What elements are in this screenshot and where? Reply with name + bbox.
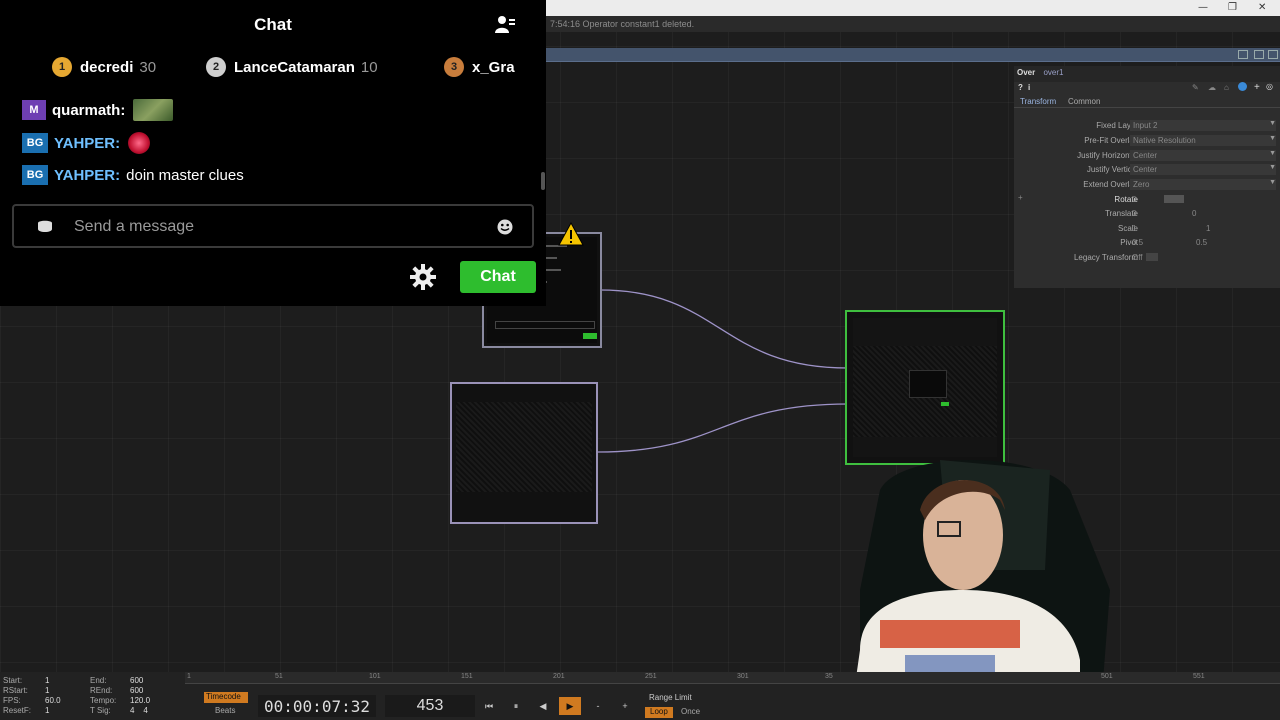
once-toggle[interactable]: Once [681, 707, 700, 716]
chat-send-button[interactable]: Chat [460, 261, 536, 293]
timeline-bar: 1 51 101 151 201 251 301 35 501 551 Star… [0, 672, 1280, 720]
emote-image [133, 99, 174, 121]
param-toolbar: ? i ✎ ☁ ⌂ + ◎ [1014, 82, 1280, 96]
chat-message: BG YAHPER: [22, 132, 151, 154]
timeline-ruler[interactable]: 1 51 101 151 201 251 301 35 501 551 [185, 672, 1280, 684]
param-header: Over over1 [1014, 66, 1280, 82]
chevron-down-icon: ▼ [1269, 164, 1276, 171]
rank-badge: 3 [444, 57, 464, 77]
tsig-field[interactable]: 4 4 [130, 706, 148, 715]
chat-message: M quarmath: [22, 99, 174, 121]
op-name-field[interactable]: over1 [1043, 68, 1063, 77]
tab-common[interactable]: Common [1068, 97, 1100, 106]
chat-settings-button[interactable] [408, 262, 438, 292]
shield-icon[interactable] [36, 219, 54, 235]
chat-username[interactable]: YAHPER: [54, 167, 120, 184]
resetf-field[interactable]: 1 [45, 706, 49, 715]
legacy-toggle[interactable] [1146, 253, 1158, 261]
chat-title: Chat [254, 15, 292, 34]
leaderboard: 1 decredi 30 2 LanceCatamaran 10 3 x_Gra [0, 54, 546, 80]
chat-message-input[interactable] [74, 216, 474, 238]
node-over1[interactable] [845, 310, 1005, 465]
rend-field[interactable]: 600 [130, 686, 143, 695]
chat-username[interactable]: YAHPER: [54, 135, 120, 152]
rewind-button[interactable]: ⏮ [478, 697, 500, 715]
rank-badge: 1 [52, 57, 72, 77]
chat-scrollbar[interactable] [541, 172, 545, 190]
chat-message: BG YAHPER: doin master clues [22, 165, 244, 185]
help-icon[interactable]: ? [1018, 83, 1023, 92]
rstart-field[interactable]: 1 [45, 686, 49, 695]
param-legacy-transform[interactable]: Legacy Transform Off [1014, 251, 1280, 265]
param-scale[interactable]: Scale 1 1 [1014, 222, 1280, 236]
node-input-2[interactable] [450, 382, 598, 524]
parameter-panel: Over over1 ? i ✎ ☁ ⌂ + ◎ Transform Commo… [1014, 66, 1280, 288]
leaderboard-entry[interactable]: 3 x_Gra [444, 57, 515, 77]
param-fixed-layer[interactable]: Fixed Layer Input 2 ▼ [1014, 119, 1280, 133]
pause-button[interactable]: ⏸ [505, 697, 527, 715]
chat-message-text: doin master clues [126, 166, 244, 184]
beats-toggle[interactable]: Beats [215, 706, 235, 715]
rotate-slider[interactable] [1164, 195, 1184, 203]
step-plus-button[interactable]: + [614, 697, 636, 715]
tab-transform[interactable]: Transform [1020, 97, 1056, 106]
leaderboard-entry[interactable]: 1 decredi 30 [52, 57, 156, 77]
users-icon[interactable] [494, 14, 516, 34]
gear-icon [410, 264, 436, 290]
timecode-display[interactable]: 00:00:07:32 [258, 695, 376, 717]
emote-image [128, 132, 151, 154]
param-justify-horizontal[interactable]: Justify Horizontal Center ▼ [1014, 149, 1280, 163]
param-pivot[interactable]: Pivot 0.5 0.5 [1014, 236, 1280, 250]
chat-input-box[interactable] [12, 204, 534, 248]
param-rotate[interactable]: + Rotate 0 [1014, 193, 1280, 207]
chat-username[interactable]: quarmath: [52, 102, 125, 119]
tempo-field[interactable]: 120.0 [130, 696, 150, 705]
param-extend-overlay[interactable]: Extend Overlay Zero ▼ [1014, 178, 1280, 192]
edit-icon[interactable]: ✎ [1192, 83, 1199, 92]
param-justify-vertical[interactable]: Justify Vertical Center ▼ [1014, 163, 1280, 177]
param-prefit-overlay[interactable]: Pre-Fit Overlay Native Resolution ▼ [1014, 134, 1280, 148]
info-icon[interactable]: i [1028, 83, 1030, 92]
subscriber-badge: M [22, 100, 46, 120]
range-limit-label: Range Limit [649, 693, 692, 702]
frame-display[interactable]: 453 [385, 695, 475, 717]
network-editor[interactable]: — ❐ ✕ 7:54:16 Operator constant1 deleted… [0, 0, 1280, 720]
play-button[interactable]: ▶ [559, 697, 581, 715]
step-minus-button[interactable]: - [587, 697, 609, 715]
chevron-down-icon: ▼ [1269, 179, 1276, 186]
end-field[interactable]: 600 [130, 676, 143, 685]
python-icon[interactable]: ⌂ [1224, 83, 1229, 92]
rank-badge: 2 [206, 57, 226, 77]
loop-toggle[interactable]: Loop [645, 707, 673, 718]
param-translate[interactable]: Translate 0 0 [1014, 207, 1280, 221]
warning-icon[interactable] [558, 222, 584, 246]
leaderboard-entry[interactable]: 2 LanceCatamaran 10 [206, 57, 378, 77]
chevron-down-icon: ▼ [1269, 120, 1276, 127]
emote-picker-icon[interactable] [496, 218, 514, 236]
color-icon[interactable] [1238, 82, 1247, 91]
subscriber-badge: BG [22, 133, 48, 153]
chat-header: Chat [0, 0, 546, 46]
param-tabs: Transform Common [1014, 96, 1280, 108]
cloud-icon[interactable]: ☁ [1208, 83, 1216, 92]
fps-field[interactable]: 60.0 [45, 696, 61, 705]
expand-icon[interactable]: + [1018, 193, 1023, 202]
target-icon[interactable]: ◎ [1266, 82, 1273, 91]
step-back-button[interactable]: ◀ [532, 697, 554, 715]
start-field[interactable]: 1 [45, 676, 49, 685]
op-type: Over [1017, 68, 1036, 77]
chevron-down-icon: ▼ [1269, 135, 1276, 142]
timecode-toggle[interactable]: Timecode [204, 692, 248, 703]
add-icon[interactable]: + [1254, 82, 1260, 93]
chat-overlay: Chat 1 decredi 30 2 LanceCatamaran 10 3 … [0, 0, 546, 306]
subscriber-badge: BG [22, 165, 48, 185]
chevron-down-icon: ▼ [1269, 150, 1276, 157]
